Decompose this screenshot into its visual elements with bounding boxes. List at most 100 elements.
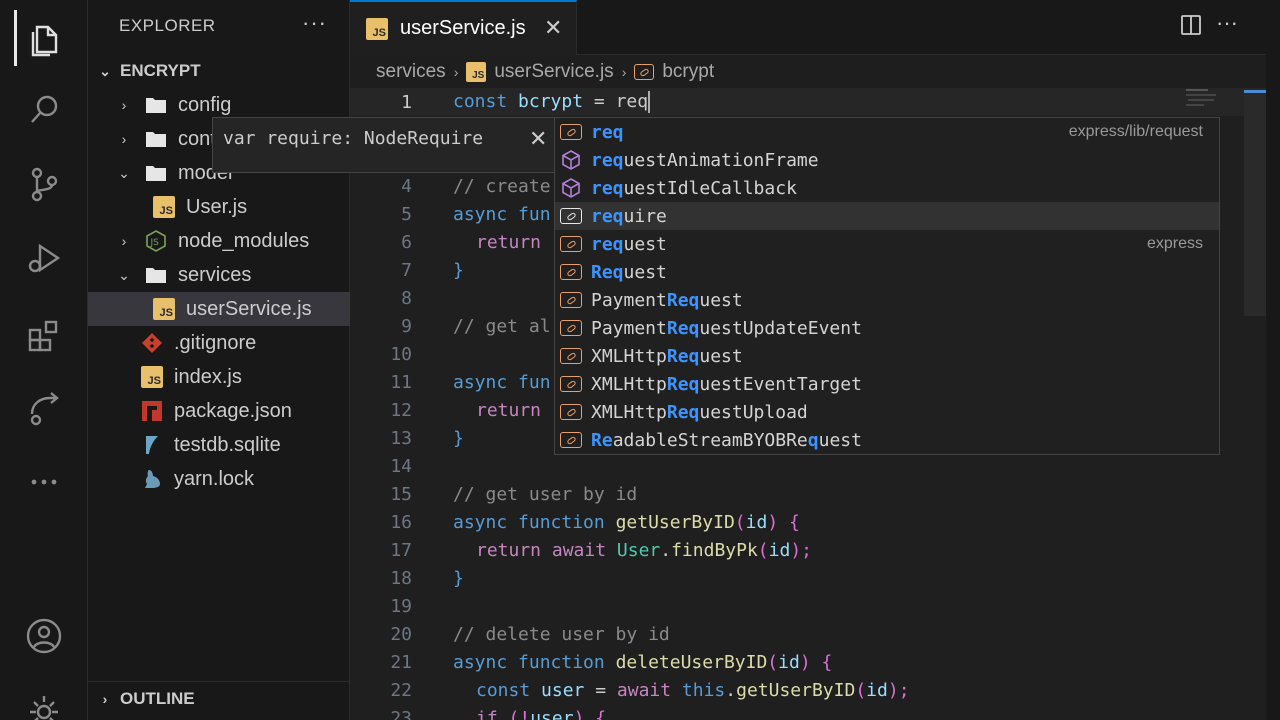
code-line[interactable]: 18 } <box>350 564 1280 592</box>
line-number: 1 <box>401 91 412 113</box>
javascript-file-icon: JS <box>366 17 388 40</box>
line-number: 8 <box>401 287 412 309</box>
suggestion-item[interactable]: XMLHttp Req uestUpload <box>555 398 1219 426</box>
line-number: 23 <box>390 707 412 720</box>
project-name: ENCRYPT <box>120 61 201 80</box>
tree-item-yarn-lock[interactable]: yarn.lock <box>88 462 350 496</box>
line-number: 17 <box>390 539 412 561</box>
line-number: 14 <box>390 455 412 477</box>
breadcrumb-symbol[interactable]: bcrypt <box>662 61 714 83</box>
chevron-down-icon: ⌄ <box>118 164 130 181</box>
suggestion-item[interactable]: XMLHttp Req uestEventTarget <box>555 370 1219 398</box>
remote-explorer-icon[interactable] <box>0 378 88 438</box>
chevron-down-icon: ⌄ <box>99 62 111 79</box>
variable-symbol-icon <box>559 120 583 144</box>
split-editor-icon[interactable] <box>1180 14 1202 42</box>
account-icon[interactable] <box>0 606 88 666</box>
code-text: async function getUserByID(id) { <box>453 511 800 533</box>
explorer-icon[interactable] <box>0 8 88 68</box>
tab-label: userService.js <box>400 17 526 39</box>
tree-item-userservice-js[interactable]: JS userService.js <box>88 292 350 326</box>
tab-userservice-js[interactable]: JS userService.js ✕ <box>350 0 577 55</box>
suggestion-item[interactable]: Req uest <box>555 258 1219 286</box>
close-icon[interactable]: ✕ <box>544 15 562 41</box>
source-control-icon[interactable] <box>0 154 88 214</box>
tree-item-gitignore[interactable]: .gitignore <box>88 326 350 360</box>
code-text: const bcrypt = req <box>453 91 651 113</box>
project-section-header[interactable]: ⌄ ENCRYPT <box>88 54 350 88</box>
suggestion-item[interactable]: req uestIdleCallback <box>555 174 1219 202</box>
code-line[interactable]: 20 // delete user by id <box>350 620 1280 648</box>
line-number: 20 <box>390 623 412 645</box>
suggestion-item[interactable]: req express/lib/request <box>555 118 1219 146</box>
suggestion-item[interactable]: Payment Req uest <box>555 286 1219 314</box>
javascript-file-icon: JS <box>140 365 164 389</box>
code-line[interactable]: 21 async function deleteUserByID(id) { <box>350 648 1280 676</box>
run-debug-icon[interactable] <box>0 228 88 288</box>
tree-item-node-modules[interactable]: › JS node_modules <box>88 224 350 258</box>
tree-item-label: index.js <box>174 365 242 388</box>
code-line[interactable]: 15 // get user by id <box>350 480 1280 508</box>
variable-symbol-icon <box>559 232 583 256</box>
suggestion-item[interactable]: req uest express <box>555 230 1219 258</box>
code-line[interactable]: 16 async function getUserByID(id) { <box>350 508 1280 536</box>
line-number: 11 <box>390 371 412 393</box>
suggestion-item[interactable]: XMLHttp Req uest <box>555 342 1219 370</box>
line-number: 19 <box>390 595 412 617</box>
suggestion-item[interactable]: Payment Req uestUpdateEvent <box>555 314 1219 342</box>
search-icon[interactable] <box>0 80 88 140</box>
suggestion-item-selected[interactable]: req uire <box>555 202 1219 230</box>
tree-item-user-js[interactable]: JS User.js <box>88 190 350 224</box>
tree-item-label: User.js <box>186 195 248 218</box>
window-edge <box>1266 0 1280 720</box>
tree-item-package-json[interactable]: package.json <box>88 394 350 428</box>
chevron-right-icon: › <box>121 233 127 249</box>
javascript-file-icon: JS <box>152 195 176 219</box>
tree-item-testdb-sqlite[interactable]: testdb.sqlite <box>88 428 350 462</box>
code-text: } <box>453 567 464 589</box>
suggestion-item[interactable]: Re adableStreamBYOBRe q uest <box>555 426 1219 454</box>
method-cube-icon <box>559 176 583 200</box>
suggestion-detail: express <box>1146 235 1203 252</box>
yarn-icon <box>140 467 164 491</box>
breadcrumb-file[interactable]: userService.js <box>494 61 613 83</box>
suggestion-item[interactable]: req uestAnimationFrame <box>555 146 1219 174</box>
code-line[interactable]: 19 <box>350 592 1280 620</box>
npm-icon <box>140 399 164 423</box>
breadcrumb-folder[interactable]: services <box>376 61 446 83</box>
line-number: 22 <box>390 679 412 701</box>
explorer-more-icon[interactable]: ··· <box>302 10 327 36</box>
more-icon[interactable] <box>0 452 88 512</box>
minimap[interactable] <box>1186 88 1236 108</box>
code-line[interactable]: 14 <box>350 452 1280 480</box>
tree-item-services[interactable]: ⌄ services <box>88 258 350 292</box>
code-line[interactable]: 22 const user = await this.getUserByID(i… <box>350 676 1280 704</box>
code-text: return <box>476 231 542 253</box>
folder-icon <box>144 161 168 185</box>
outline-section-header[interactable]: › OUTLINE <box>88 681 350 715</box>
line-number: 13 <box>390 427 412 449</box>
outline-title: OUTLINE <box>120 688 195 708</box>
line-number: 5 <box>401 203 412 225</box>
line-number: 15 <box>390 483 412 505</box>
vertical-scrollbar[interactable] <box>1244 90 1266 316</box>
line-number: 6 <box>401 231 412 253</box>
code-text: if (!user) { <box>476 707 607 720</box>
line-number: 7 <box>401 259 412 281</box>
line-number: 21 <box>390 651 412 673</box>
code-line[interactable]: 23 if (!user) { <box>350 704 1280 720</box>
chevron-down-icon: ⌄ <box>118 266 130 283</box>
editor-more-icon[interactable]: ··· <box>1216 10 1238 36</box>
tree-item-index-js[interactable]: JS index.js <box>88 360 350 394</box>
settings-gear-icon[interactable] <box>0 680 88 720</box>
sqlite-icon <box>140 433 164 457</box>
line-number: 10 <box>390 343 412 365</box>
extensions-icon[interactable] <box>0 304 88 364</box>
code-comment: // delete user by id <box>453 623 670 645</box>
tree-item-label: testdb.sqlite <box>174 433 281 456</box>
close-icon[interactable]: ✕ <box>529 126 547 152</box>
code-text: return await User.findByPk(id); <box>476 539 813 561</box>
code-line[interactable]: 1 const bcrypt = req <box>350 88 1280 116</box>
activity-bar <box>0 0 88 720</box>
code-line[interactable]: 17 return await User.findByPk(id); <box>350 536 1280 564</box>
